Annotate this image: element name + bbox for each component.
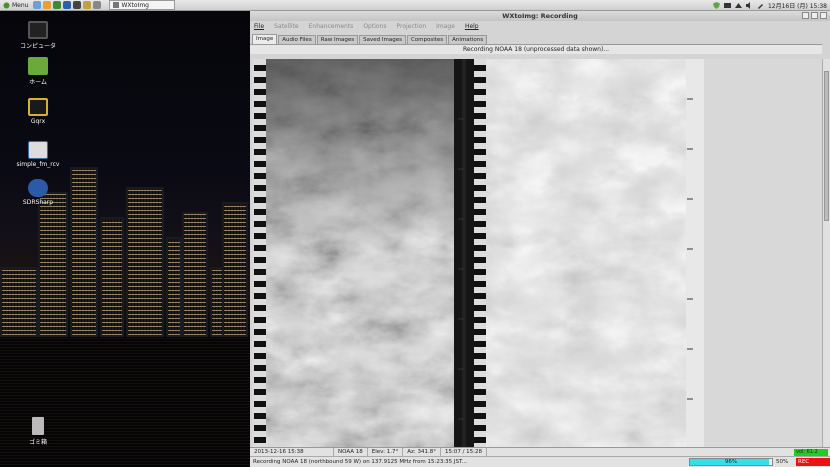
tab-saved-images[interactable]: Saved Images xyxy=(359,35,406,44)
desktop-icon-label: simple_fm_rcv xyxy=(16,161,60,168)
recording-progress: 96% xyxy=(689,458,773,466)
panel-launchers xyxy=(33,1,102,9)
menu-enhancements[interactable]: Enhancements xyxy=(309,23,354,30)
harbor-water xyxy=(0,337,250,467)
minimize-button[interactable] xyxy=(802,12,809,19)
computer-icon xyxy=(28,21,48,39)
settings-icon[interactable] xyxy=(93,1,102,9)
menu-image[interactable]: Image xyxy=(436,23,455,30)
recording-status: Recording NOAA 18 (northbound 59 W) on 1… xyxy=(253,459,467,465)
software-manager-icon[interactable] xyxy=(53,1,62,9)
menu-options[interactable]: Options xyxy=(363,23,386,30)
python-script-icon xyxy=(28,141,48,159)
desktop-icon-label: コンピュータ xyxy=(19,43,56,50)
window-title: WXtoImg: Recording xyxy=(502,12,578,20)
scrollbar-thumb[interactable] xyxy=(824,71,829,221)
trash-icon xyxy=(32,417,44,435)
top-panel: Menu WXtoImg 12月16日 (月) 15:38 xyxy=(0,0,830,11)
dropper-icon[interactable] xyxy=(757,2,764,9)
desktop-icon-label: SDRSharp xyxy=(22,199,54,206)
desktop-icon-simple-fm[interactable]: simple_fm_rcv xyxy=(13,141,63,168)
menu-icon xyxy=(3,2,10,8)
main-menu-button[interactable]: Menu xyxy=(0,0,31,11)
desktop-icon-home[interactable]: ホーム xyxy=(13,57,63,86)
desktop-icon-trash[interactable]: ゴミ箱 xyxy=(13,417,63,446)
home-folder-icon xyxy=(28,57,48,75)
progress-label: 96% xyxy=(724,459,738,465)
maximize-button[interactable] xyxy=(811,12,818,19)
menu-satellite[interactable]: Satellite xyxy=(274,23,299,30)
secondary-percent: 50% xyxy=(776,459,789,465)
tab-audio-files[interactable]: Audio Files xyxy=(278,35,316,44)
chrome-icon[interactable] xyxy=(63,1,72,9)
close-button[interactable] xyxy=(820,12,827,19)
info-bar: 2013-12-16 15:38 NOAA 18 Elev: 1.7° Az: … xyxy=(250,447,830,457)
wxtoimg-window: WXtoImg: Recording File Satellite Enhanc… xyxy=(250,11,830,467)
tab-raw-images[interactable]: Raw Images xyxy=(316,35,359,44)
menu-projection[interactable]: Projection xyxy=(396,23,426,30)
desktop-icon-label: Gqrx xyxy=(30,118,46,125)
gqrx-icon xyxy=(28,98,48,116)
volume-badge: vol: 61.2 xyxy=(794,449,828,456)
desktop-icon-label: ホーム xyxy=(29,79,47,86)
shield-icon[interactable] xyxy=(712,2,720,9)
desktop: コンピュータ ホーム Gqrx simple_fm_rcv SDRSharp ゴ… xyxy=(0,11,250,467)
volume-icon[interactable] xyxy=(745,2,753,9)
taskbar-wxtoimg-button[interactable]: WXtoImg xyxy=(109,0,176,10)
tab-image[interactable]: Image xyxy=(252,34,278,44)
show-desktop-icon[interactable] xyxy=(33,1,42,9)
menubar: File Satellite Enhancements Options Proj… xyxy=(250,21,830,32)
image-viewport[interactable] xyxy=(252,59,822,449)
menu-file[interactable]: File xyxy=(254,23,264,30)
desktop-icon-sdrsharp[interactable]: SDRSharp xyxy=(13,179,63,206)
sdrsharp-icon xyxy=(28,179,48,197)
network-icon[interactable] xyxy=(734,2,742,9)
taskbar-wxtoimg-label: WXtoImg xyxy=(121,1,149,9)
vertical-scrollbar[interactable] xyxy=(822,59,830,449)
desktop-icon-label: ゴミ箱 xyxy=(28,439,47,446)
files-icon[interactable] xyxy=(83,1,92,9)
wxtoimg-task-icon xyxy=(113,2,120,8)
main-menu-label: Menu xyxy=(12,1,29,9)
tab-bar: Image Audio Files Raw Images Saved Image… xyxy=(250,34,830,44)
terminal-icon[interactable] xyxy=(73,1,82,9)
system-tray: 12月16日 (月) 15:38 xyxy=(712,0,827,11)
rec-indicator: REC xyxy=(796,458,830,466)
menu-help[interactable]: Help xyxy=(465,23,479,30)
window-titlebar[interactable]: WXtoImg: Recording xyxy=(250,11,830,21)
keyboard-icon[interactable] xyxy=(723,2,731,9)
firefox-icon[interactable] xyxy=(43,1,52,9)
recording-bar: Recording NOAA 18 (northbound 59 W) on 1… xyxy=(250,456,830,467)
desktop-icon-gqrx[interactable]: Gqrx xyxy=(13,98,63,125)
desktop-icon-computer[interactable]: コンピュータ xyxy=(13,21,63,50)
status-line: Recording NOAA 18 (unprocessed data show… xyxy=(250,44,822,54)
apt-satellite-image xyxy=(254,59,704,449)
clock[interactable]: 12月16日 (月) 15:38 xyxy=(768,1,827,10)
tab-animations[interactable]: Animations xyxy=(448,35,488,44)
tab-composites[interactable]: Composites xyxy=(406,35,448,44)
